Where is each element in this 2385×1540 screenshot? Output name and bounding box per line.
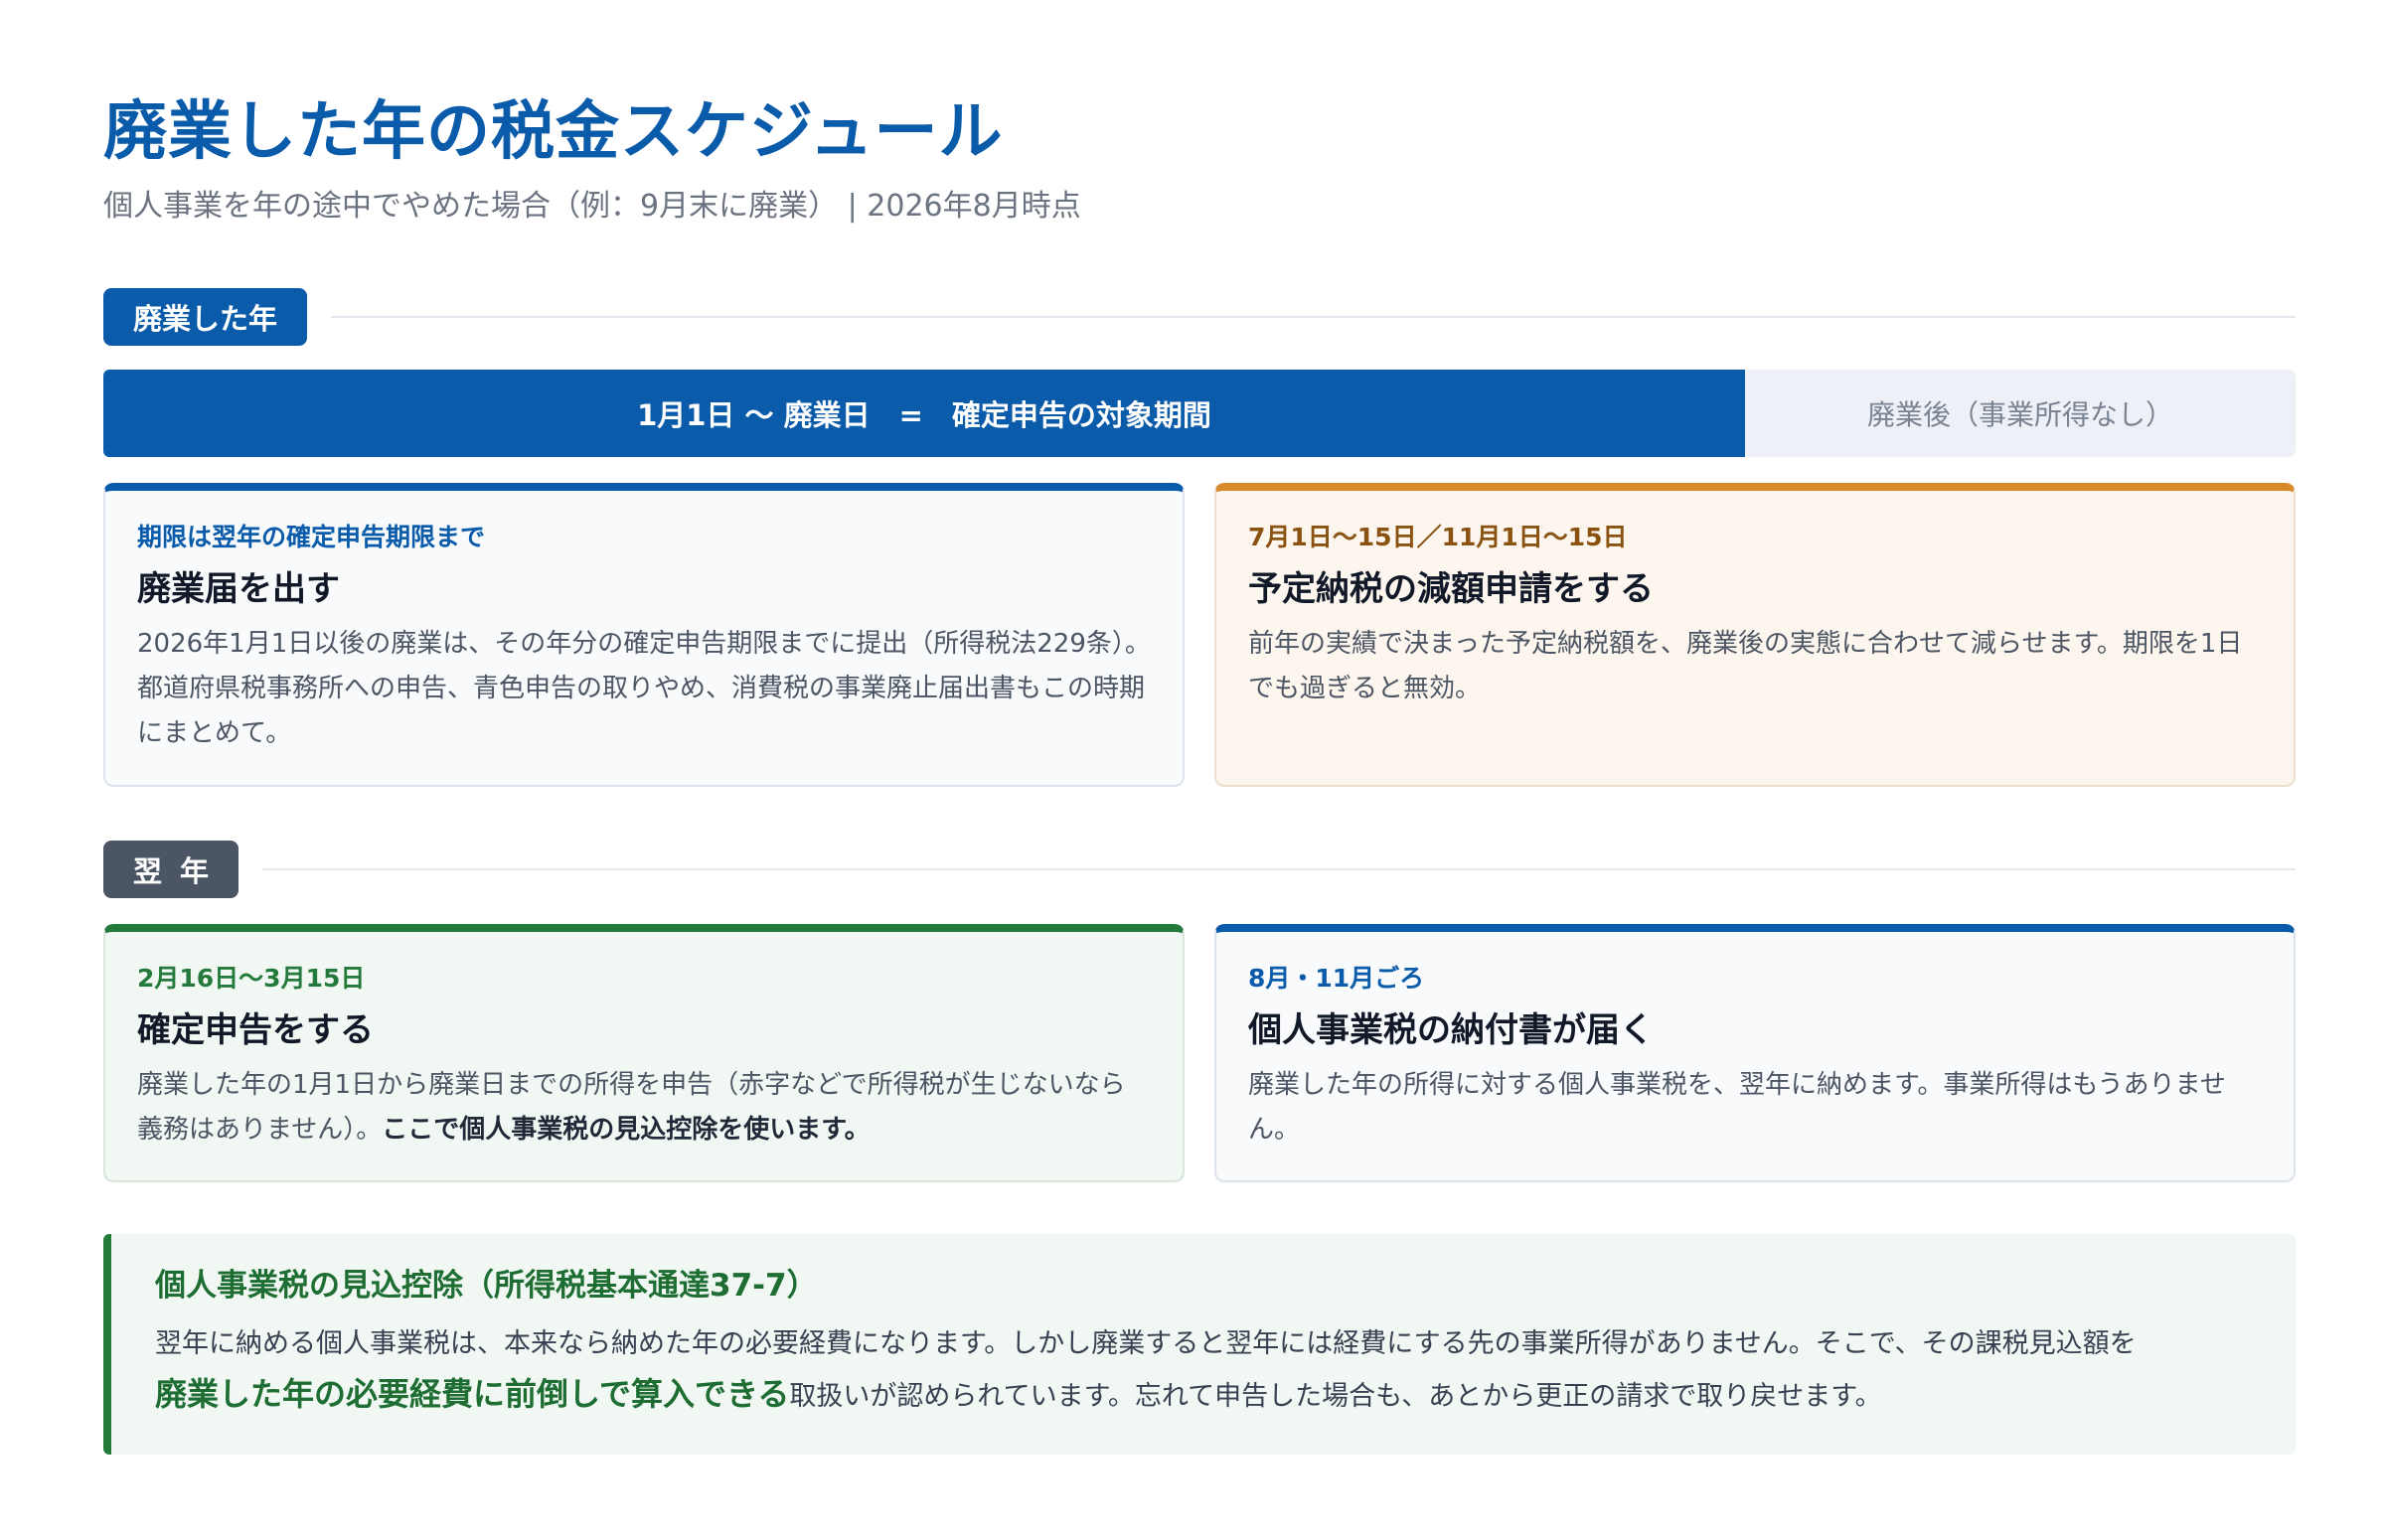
page-subtitle: 個人事業を年の途中でやめた場合（例：9月末に廃業） | 2026年8月時点 xyxy=(103,189,1081,224)
page: 廃業した年の税金スケジュール 個人事業を年の途中でやめた場合（例：9月末に廃業）… xyxy=(103,87,2296,1455)
card-body: 廃業した年の1月1日から廃業日までの所得を申告（赤字などで所得税が生じないなら義… xyxy=(137,1063,1151,1153)
card-deadline: 2月16日〜3月15日 xyxy=(137,964,366,993)
note-title: 個人事業税の見込控除（所得税基本通達37-7） xyxy=(155,1268,818,1304)
card-business-tax-notice: 8月・11月ごろ 個人事業税の納付書が届く 廃業した年の所得に対する個人事業税を… xyxy=(1214,924,2296,1182)
section-header-closure-year: 廃業した年 xyxy=(103,288,2296,346)
card-body: 2026年1月1日以後の廃業は、その年分の確定申告期限までに提出（所得税法229… xyxy=(137,629,1151,748)
card-deadline: 8月・11月ごろ xyxy=(1248,964,1425,993)
card-deadline: 期限は翌年の確定申告期限まで xyxy=(137,523,486,551)
page-title: 廃業した年の税金スケジュール xyxy=(103,95,1004,169)
card-deadline: 7月1日〜15日／11月1日〜15日 xyxy=(1248,523,1628,551)
note-body-text-after: 取扱いが認められています。忘れて申告した場合も、あとから更正の請求で取り戻せます… xyxy=(789,1381,1882,1412)
card-body-emphasis: ここで個人事業税の見込控除を使います。 xyxy=(382,1115,871,1145)
note-body-text: 翌年に納める個人事業税は、本来なら納めた年の必要経費になります。しかし廃業すると… xyxy=(155,1328,2137,1359)
section-tag-next-year: 翌年 xyxy=(103,841,239,898)
section-divider xyxy=(262,868,2296,870)
note-body: 翌年に納める個人事業税は、本来なら納めた年の必要経費になります。しかし廃業すると… xyxy=(155,1319,2252,1422)
card-body: 廃業した年の所得に対する個人事業税を、翌年に納めます。事業所得はもうありません。 xyxy=(1248,1070,2226,1145)
card-title: 廃業届を出す xyxy=(137,569,340,609)
timeline-after-closure: 廃業後（事業所得なし） xyxy=(1745,370,2296,457)
card-title: 個人事業税の納付書が届く xyxy=(1248,1010,1654,1050)
timeline-active-period: 1月1日 〜 廃業日 = 確定申告の対象期間 xyxy=(103,370,1745,457)
timeline-bar: 1月1日 〜 廃業日 = 確定申告の対象期間 廃業後（事業所得なし） xyxy=(103,370,2296,457)
card-title: 予定納税の減額申請をする xyxy=(1248,569,1654,609)
card-row-closure-year: 期限は翌年の確定申告期限まで 廃業届を出す 2026年1月1日以後の廃業は、その… xyxy=(103,483,2296,787)
section-header-next-year: 翌年 xyxy=(103,841,2296,898)
card-prepayment-reduction: 7月1日〜15日／11月1日〜15日 予定納税の減額申請をする 前年の実績で決ま… xyxy=(1214,483,2296,787)
section-tag-closure-year: 廃業した年 xyxy=(103,288,308,346)
card-body: 前年の実績で決まった予定納税額を、廃業後の実態に合わせて減らせます。期限を1日で… xyxy=(1248,629,2243,703)
section-divider xyxy=(331,316,2296,318)
card-tax-return: 2月16日〜3月15日 確定申告をする 廃業した年の1月1日から廃業日までの所得… xyxy=(103,924,1185,1182)
card-title: 確定申告をする xyxy=(137,1010,374,1050)
card-closure-notice: 期限は翌年の確定申告期限まで 廃業届を出す 2026年1月1日以後の廃業は、その… xyxy=(103,483,1185,787)
note-estimated-deduction: 個人事業税の見込控除（所得税基本通達37-7） 翌年に納める個人事業税は、本来な… xyxy=(103,1234,2296,1455)
note-body-emphasis: 廃業した年の必要経費に前倒しで算入できる xyxy=(155,1375,790,1413)
card-row-next-year: 2月16日〜3月15日 確定申告をする 廃業した年の1月1日から廃業日までの所得… xyxy=(103,924,2296,1182)
